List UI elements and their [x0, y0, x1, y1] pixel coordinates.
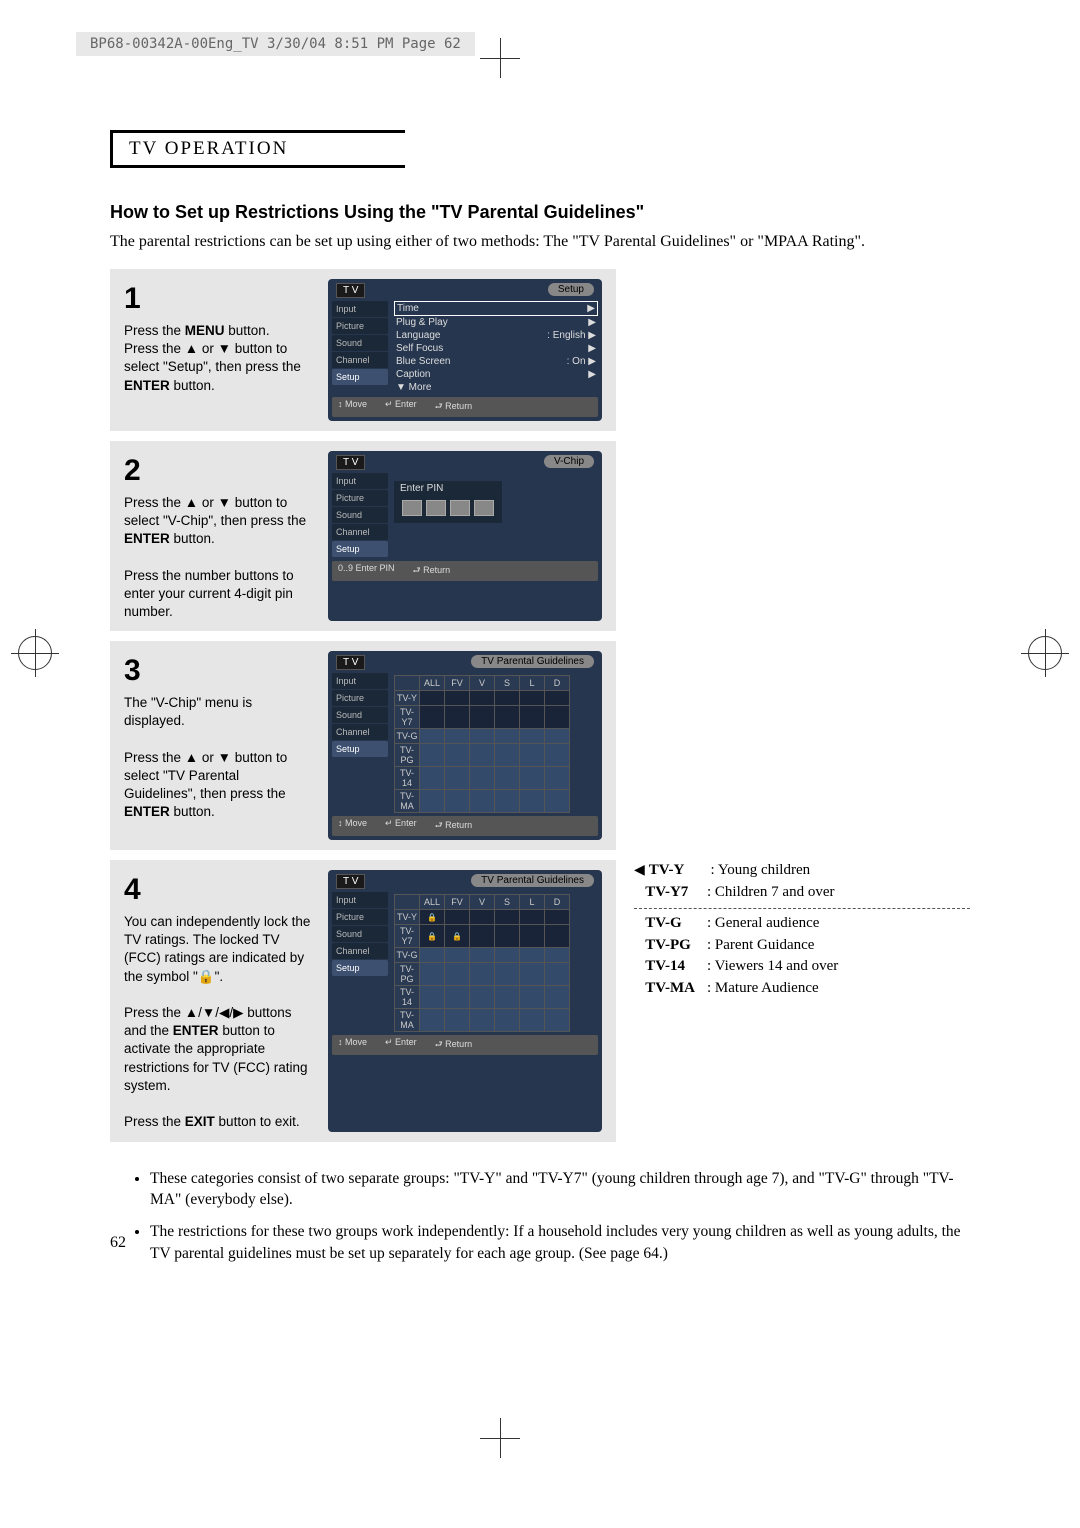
section-header: TV OPERATION: [110, 130, 405, 168]
footnote-bullets: These categories consist of two separate…: [110, 1168, 970, 1265]
crop-mark-top: [480, 38, 520, 78]
step-3: 3The "V-Chip" menu is displayed.Press th…: [110, 641, 616, 850]
osd-screenshot: T VSetup InputPictureSoundChannelSetup T…: [328, 279, 602, 421]
registration-mark-left: [18, 636, 52, 670]
section-title: TV OPERATION: [129, 138, 288, 159]
crop-mark-bottom: [480, 1418, 520, 1458]
bullet-item: The restrictions for these two groups wo…: [150, 1221, 970, 1264]
step-1: 1Press the MENU button.Press the ▲ or ▼ …: [110, 269, 616, 431]
bullet-item: These categories consist of two separate…: [150, 1168, 970, 1211]
registration-mark-right: [1028, 636, 1062, 670]
doc-header: BP68-00342A-00Eng_TV 3/30/04 8:51 PM Pag…: [76, 32, 475, 56]
page-number: 62: [110, 1234, 126, 1252]
rating-legend: ◀TV-Y : Young children TV-Y7 : Children …: [634, 860, 970, 1000]
page-title: How to Set up Restrictions Using the "TV…: [110, 202, 970, 223]
osd-screenshot: T VV-Chip InputPictureSoundChannelSetup …: [328, 451, 602, 621]
step-2: 2Press the ▲ or ▼ button to select "V-Ch…: [110, 441, 616, 631]
osd-screenshot: T VTV Parental Guidelines InputPictureSo…: [328, 870, 602, 1131]
intro-text: The parental restrictions can be set up …: [110, 231, 970, 253]
osd-screenshot: T VTV Parental Guidelines InputPictureSo…: [328, 651, 602, 840]
step-4: 4You can independently lock the TV ratin…: [110, 860, 616, 1141]
